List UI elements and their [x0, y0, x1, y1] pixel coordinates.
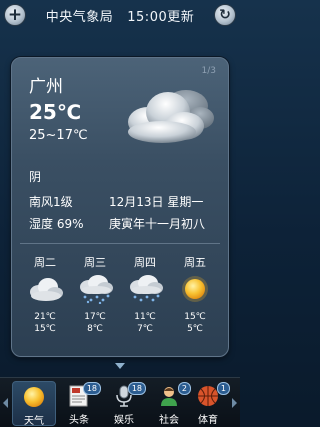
forecast-day: 周二 21℃ 15℃ — [20, 253, 70, 343]
date-info: 12月13日 星期一 — [109, 195, 204, 209]
forecast-low: 8℃ — [87, 324, 103, 334]
forecast-high: 15℃ — [184, 312, 206, 322]
weather-card[interactable]: 1/3 广州 25℃ 25~17℃ 阴 南风1级 12月13日 星期一 湿度 6… — [11, 57, 229, 357]
nav-label: 头条 — [69, 415, 89, 426]
bottom-nav: 天气 18 头条 18 娱乐 2 社会 1 体育 — [0, 377, 240, 427]
add-city-button[interactable]: + — [4, 4, 26, 26]
nav-label: 社会 — [159, 415, 179, 426]
nav-label: 娱乐 — [114, 415, 134, 426]
lunar-date: 庚寅年十一月初八 — [109, 217, 206, 231]
chevron-down-icon[interactable] — [115, 363, 125, 369]
nav-item-sports[interactable]: 1 体育 — [186, 381, 230, 426]
sun-icon — [182, 276, 208, 302]
forecast-day-label: 周二 — [34, 256, 56, 269]
forecast-list: 周二 21℃ 15℃ 周三 17℃ 8℃ 周四 11℃ 7℃ 周五 15℃ 5℃ — [20, 253, 220, 343]
ball-icon: 1 — [196, 382, 230, 408]
forecast-day-label: 周三 — [84, 256, 106, 269]
forecast-high: 21℃ — [34, 312, 56, 322]
page-indicator: 1/3 — [201, 66, 216, 76]
nav-label: 天气 — [24, 416, 44, 427]
rain-icon — [130, 275, 163, 302]
badge-count: 18 — [82, 382, 101, 395]
forecast-low: 15℃ — [34, 324, 56, 334]
forecast-high: 17℃ — [84, 312, 106, 322]
microphone-icon: 18 — [112, 382, 146, 408]
forecast-day: 周五 15℃ 5℃ — [170, 253, 220, 343]
plus-icon: + — [7, 4, 23, 25]
sun-icon — [24, 387, 44, 407]
humidity-info: 湿度 69% — [29, 217, 84, 231]
people-icon: 2 — [157, 382, 191, 408]
nav-item-headlines[interactable]: 18 头条 — [57, 381, 101, 426]
refresh-icon: ↻ — [219, 7, 231, 23]
header-title: 中央气象局 15:00更新 — [46, 6, 194, 25]
nav-item-entertainment[interactable]: 18 娱乐 — [102, 381, 146, 426]
source-label: 中央气象局 — [45, 9, 114, 25]
forecast-low: 5℃ — [187, 324, 203, 334]
top-bar: + 中央气象局 15:00更新 ↻ — [0, 0, 240, 30]
wind-info: 南风1级 — [29, 195, 73, 209]
cloud-icon — [128, 90, 214, 143]
current-temperature: 25℃ — [29, 100, 82, 124]
forecast-low: 7℃ — [137, 324, 153, 334]
forecast-day: 周四 11℃ 7℃ — [120, 253, 170, 343]
weather-condition: 阴 — [29, 170, 42, 184]
forecast-high: 11℃ — [134, 312, 156, 322]
wind-date-row: 南风1级 12月13日 星期一 — [29, 193, 214, 210]
forecast-day-label: 周五 — [184, 256, 206, 269]
divider — [20, 243, 220, 244]
scroll-left-icon[interactable] — [3, 398, 8, 408]
cloud-icon — [30, 278, 63, 301]
temperature-range: 25~17℃ — [29, 128, 88, 143]
city-name: 广州 — [29, 77, 63, 97]
update-time: 15:00更新 — [127, 9, 195, 25]
rain-icon — [80, 275, 113, 304]
forecast-day: 周三 17℃ 8℃ — [70, 253, 120, 343]
news-icon: 18 — [67, 382, 101, 408]
humidity-lunar-row: 湿度 69% 庚寅年十一月初八 — [29, 215, 214, 232]
scroll-right-icon[interactable] — [232, 398, 237, 408]
badge-count: 1 — [216, 382, 230, 395]
badge-count: 18 — [127, 382, 146, 395]
nav-item-weather[interactable]: 天气 — [12, 381, 56, 427]
forecast-day-label: 周四 — [134, 256, 156, 269]
nav-item-society[interactable]: 2 社会 — [147, 381, 191, 426]
nav-label: 体育 — [198, 415, 218, 426]
refresh-button[interactable]: ↻ — [214, 4, 236, 26]
